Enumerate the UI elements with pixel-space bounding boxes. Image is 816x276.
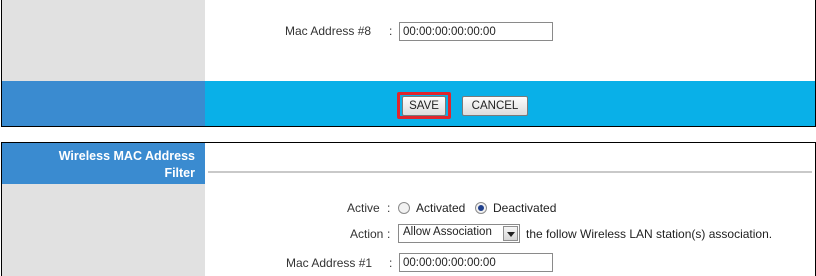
mac8-input[interactable] — [399, 22, 553, 41]
action-note: the follow Wireless LAN station(s) assoc… — [526, 227, 773, 241]
section-header: Wireless MAC Address Filter — [2, 143, 205, 184]
mac-filter-panel-bottom: Wireless MAC Address Filter Active : Act… — [1, 142, 816, 276]
radio-deactivated-label: Deactivated — [493, 201, 557, 215]
action-select-value: Allow Association — [403, 226, 492, 238]
action-label: Action — [350, 227, 384, 241]
section-divider — [208, 171, 812, 173]
mac8-label: Mac Address #8 — [285, 24, 372, 38]
radio-activated-label: Activated — [416, 201, 466, 215]
action-select[interactable]: Allow Association — [398, 224, 520, 243]
chevron-down-icon[interactable] — [503, 226, 518, 241]
mac1-input[interactable] — [399, 253, 553, 272]
mac8-colon: : — [389, 24, 393, 38]
cancel-button[interactable]: CANCEL — [462, 96, 528, 116]
action-colon: : — [387, 227, 391, 241]
radio-activated[interactable] — [398, 202, 410, 214]
active-label: Active — [347, 201, 380, 215]
section-title-line1: Wireless MAC Address — [58, 149, 195, 163]
sidebar-gray — [2, 184, 205, 276]
sidebar-blue-bar — [2, 81, 205, 126]
sidebar-gray — [2, 0, 205, 81]
save-button[interactable]: SAVE — [402, 96, 446, 116]
section-title-line2: Filter — [164, 166, 195, 180]
mac1-colon: : — [389, 256, 393, 270]
radio-deactivated[interactable] — [475, 202, 487, 214]
active-colon: : — [387, 201, 391, 215]
mac1-label: Mac Address #1 — [286, 256, 373, 270]
mac-filter-panel-top: Mac Address #8 : SAVE CANCEL — [1, 0, 816, 127]
